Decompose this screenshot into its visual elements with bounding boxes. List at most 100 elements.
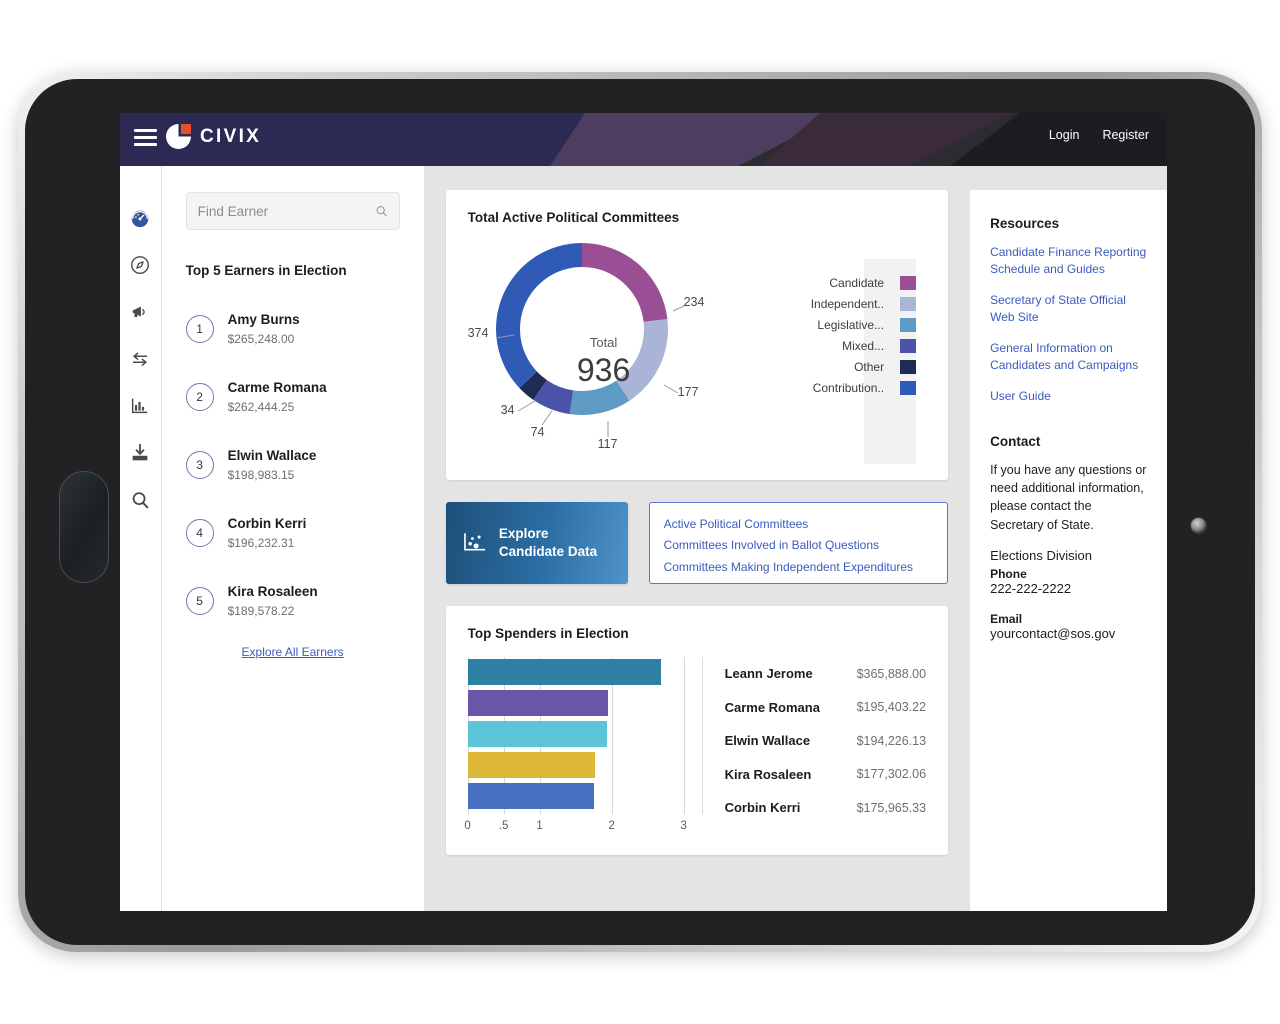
search-input[interactable] — [197, 203, 375, 219]
register-link[interactable]: Register — [1102, 128, 1149, 142]
explore-all-earners-link[interactable]: Explore All Earners — [186, 645, 400, 659]
bar-chart-icon — [132, 398, 148, 414]
slice-label-legislative: 117 — [597, 437, 618, 451]
hamburger-bar — [134, 129, 157, 132]
gridline — [683, 657, 685, 814]
chart-title: Top Spenders in Election — [467, 626, 629, 641]
sidebar-item-announcements[interactable] — [128, 300, 152, 324]
spender-amount: $177,302.06 — [856, 767, 927, 782]
legend-label: Contribution.. — [812, 380, 885, 395]
spender-name: Leann Jerome — [724, 666, 813, 682]
resource-link-user-guide[interactable]: User Guide — [990, 388, 1147, 405]
compass-icon — [131, 256, 150, 274]
list-item[interactable]: 1 Amy Burns $265,248.00 — [185, 295, 400, 363]
tablet-home-button[interactable] — [59, 471, 109, 583]
rank-badge: 1 — [185, 315, 214, 343]
list-item[interactable]: 3 Elwin Wallace $198,983.15 — [185, 431, 400, 499]
spender-amount: $175,965.33 — [856, 800, 927, 815]
sidebar-item-dashboard[interactable] — [128, 206, 177, 230]
sidebar-item-search[interactable] — [128, 488, 152, 512]
resource-link-sos-website[interactable]: Secretary of State Official Web Site — [990, 292, 1147, 326]
bar-elwin-wallace[interactable] — [467, 721, 608, 747]
table-row[interactable]: Kira Rosaleen $177,302.06 — [725, 758, 927, 792]
legend-swatch — [900, 317, 917, 332]
list-item[interactable]: 5 Kira Rosaleen $189,578.22 — [185, 567, 400, 635]
link-active-political-committees[interactable]: Active Political Committees — [664, 514, 934, 535]
tablet-body: CIVIX Login Register Find Earner Top 5 E… — [25, 79, 1255, 945]
donut-slice-independent[interactable] — [615, 319, 668, 401]
bar-kira-rosaleen[interactable] — [467, 752, 596, 778]
find-earner-search[interactable] — [185, 192, 400, 230]
resource-links: Candidate Finance Reporting Schedule and… — [990, 244, 1147, 405]
bar-leann-jerome[interactable] — [467, 659, 661, 685]
link-ballot-question-committees[interactable]: Committees Involved in Ballot Questions — [664, 535, 934, 556]
earner-amount: $198,983.15 — [227, 467, 295, 482]
bar-chart: 0 .5 1 2 3 — [464, 657, 694, 840]
civix-square-shape — [181, 124, 191, 134]
table-row[interactable]: Corbin Kerri $175,965.33 — [725, 791, 927, 825]
legend-item[interactable]: Other — [811, 356, 917, 377]
earner-name: Elwin Wallace — [227, 448, 317, 464]
list-item[interactable]: 2 Carme Romana $262,444.25 — [185, 363, 400, 431]
slice-label-independent: 177 — [677, 385, 699, 399]
sidebar-item-reports[interactable] — [128, 394, 152, 418]
axis-tick: 2 — [608, 820, 615, 832]
legend-item[interactable]: Mixed... — [811, 335, 917, 356]
legend-item[interactable]: Contribution.. — [811, 377, 917, 398]
donut-slice-contribution[interactable] — [495, 243, 582, 388]
explore-candidate-data-button[interactable]: Explore Candidate Data — [445, 502, 628, 584]
hamburger-menu-icon[interactable] — [134, 129, 157, 146]
earner-name: Corbin Kerri — [227, 516, 307, 532]
bar-carme-romana[interactable] — [467, 690, 608, 716]
email-block: Email yourcontact@sos.gov — [990, 612, 1147, 641]
rank-badge: 3 — [185, 451, 214, 479]
legend-item[interactable]: Candidate — [811, 272, 917, 293]
sidebar-item-transfers[interactable] — [128, 347, 152, 371]
legend-swatch — [900, 275, 917, 290]
resource-link-general-info[interactable]: General Information on Candidates and Ca… — [990, 340, 1147, 374]
table-row[interactable]: Carme Romana $195,403.22 — [725, 691, 927, 725]
email-label: Email — [990, 611, 1023, 626]
explore-row: Explore Candidate Data Active Political … — [445, 502, 949, 584]
contact-title: Contact — [990, 434, 1041, 450]
spenders-list: Leann Jerome $365,888.00 Carme Romana $1… — [725, 657, 927, 840]
slice-label-candidate: 234 — [683, 295, 705, 309]
spender-name: Corbin Kerri — [724, 800, 801, 816]
list-item[interactable]: 4 Corbin Kerri $196,232.31 — [185, 499, 400, 567]
legend-label: Independent.. — [810, 296, 885, 311]
resource-link-finance-reporting[interactable]: Candidate Finance Reporting Schedule and… — [990, 244, 1147, 278]
donut-chart: Total 936 234 177 117 74 34 374 Candidat… — [468, 225, 927, 464]
brand-logo[interactable]: CIVIX — [166, 124, 261, 149]
axis-tick: .5 — [498, 820, 509, 832]
table-row[interactable]: Leann Jerome $365,888.00 — [725, 657, 927, 691]
earner-info: Corbin Kerri $196,232.31 — [228, 514, 307, 552]
legend-item[interactable]: Independent.. — [810, 293, 917, 314]
brand-name: CIVIX — [200, 125, 262, 147]
legend-swatch — [900, 338, 917, 353]
link-independent-expenditure-committees[interactable]: Committees Making Independent Expenditur… — [664, 557, 934, 578]
hamburger-bar — [134, 135, 157, 139]
bar-corbin-kerri[interactable] — [467, 783, 595, 809]
table-row[interactable]: Elwin Wallace $194,226.13 — [725, 724, 927, 758]
top-spenders-card: Top Spenders in Election 0 .5 1 2 3 Lean… — [445, 606, 949, 855]
sidebar-item-download[interactable] — [128, 441, 152, 465]
login-link[interactable]: Login — [1049, 128, 1080, 142]
slice-label-mixed: 74 — [530, 425, 545, 439]
tablet-frame: CIVIX Login Register Find Earner Top 5 E… — [18, 72, 1262, 952]
legend-label: Other — [854, 359, 885, 374]
committees-chart-card: Total Active Political Committees Total … — [445, 190, 949, 480]
bar-chart-plot — [467, 657, 694, 814]
spender-amount: $195,403.22 — [856, 700, 927, 715]
legend-item[interactable]: Legislative... — [811, 314, 917, 335]
resources-title: Resources — [990, 216, 1060, 231]
main-column: Total Active Political Committees Total … — [423, 166, 971, 911]
chart-legend: Candidate Independent.. Legislative... M… — [810, 272, 917, 398]
right-panel: Resources Candidate Finance Reporting Sc… — [970, 190, 1167, 911]
slice-label-other: 34 — [500, 403, 515, 417]
legend-swatch — [900, 359, 917, 374]
donut-slice-candidate[interactable] — [581, 243, 668, 322]
sidebar-item-compass[interactable] — [128, 253, 152, 277]
axis-tick: 3 — [680, 820, 687, 832]
earner-info: Elwin Wallace $198,983.15 — [228, 446, 317, 484]
earner-info: Kira Rosaleen $189,578.22 — [228, 582, 318, 620]
